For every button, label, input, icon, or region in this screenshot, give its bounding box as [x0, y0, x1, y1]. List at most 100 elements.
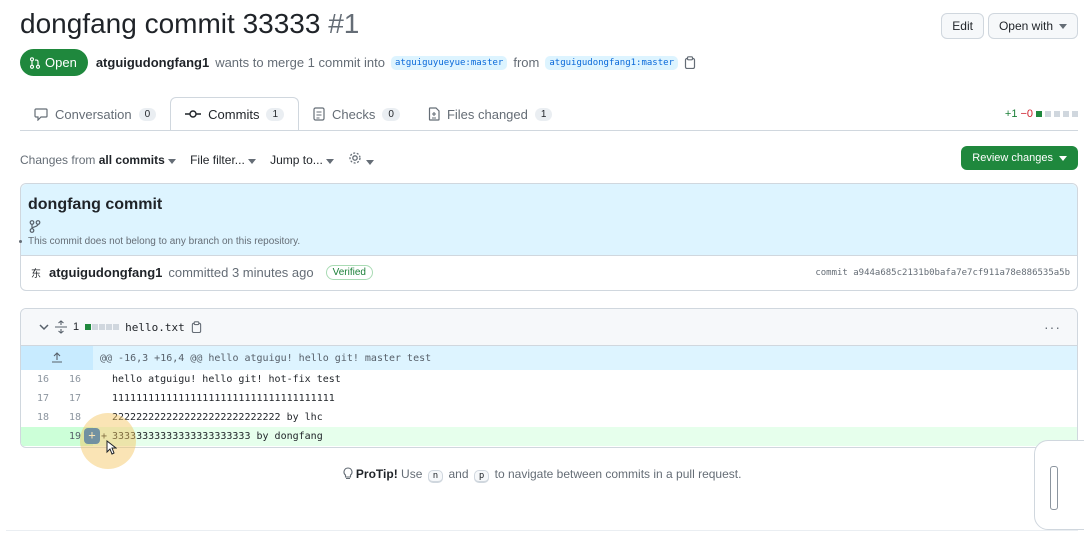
head-branch[interactable]: atguigudongfang1:master — [545, 55, 678, 70]
diff-line: 18 18 2222222222222222222222222222 by lh… — [21, 408, 1077, 427]
copy-icon[interactable] — [191, 321, 202, 333]
tab-label: Conversation — [55, 106, 132, 122]
checklist-icon — [313, 107, 325, 121]
edit-button[interactable]: Edit — [941, 13, 984, 39]
protip: ProTip! Use n and p to navigate between … — [0, 467, 1084, 483]
caret-down-icon — [326, 158, 335, 164]
diffstat-block — [113, 324, 120, 330]
caret-down-icon — [1059, 155, 1067, 161]
pr-meta: Open atguigudongfang1 wants to merge 1 c… — [20, 49, 696, 76]
line-code: hello atguigu! hello git! hot-fix test — [112, 374, 341, 385]
tab-files-changed[interactable]: Files changed 1 — [414, 97, 567, 131]
diffstat-block — [106, 324, 113, 330]
git-branch-icon — [29, 220, 41, 233]
tab-label: Files changed — [446, 106, 528, 122]
floating-widget-handle — [1050, 466, 1058, 510]
protip-and: and — [448, 467, 469, 481]
tab-checks[interactable]: Checks 0 — [299, 97, 414, 131]
caret-down-icon — [168, 158, 177, 164]
file-diffstat — [85, 324, 120, 330]
file-filter-label: File filter... — [190, 152, 245, 167]
tab-commits[interactable]: Commits 1 — [170, 97, 300, 131]
file-options-kebab[interactable]: ··· — [1044, 319, 1061, 335]
jump-to-dropdown[interactable]: Jump to... — [270, 152, 335, 167]
diff-line: 17 17 1111111111111111111111111111111111… — [21, 389, 1077, 408]
pull-request-icon — [29, 56, 41, 69]
base-branch[interactable]: atguiguyueyue:master — [390, 55, 508, 70]
commit-icon — [185, 110, 202, 118]
from-text: from — [513, 55, 540, 70]
diffstat: +1 −0 — [1005, 108, 1078, 120]
changes-from-dropdown[interactable]: Changes from all commits — [20, 152, 177, 167]
jump-to-label: Jump to... — [270, 152, 323, 167]
comment-icon — [34, 107, 48, 121]
diffstat-block — [1063, 111, 1069, 117]
line-code: 2222222222222222222222222222 by lhc — [112, 412, 323, 423]
commit-sha: commit a944a685c2131b0bafa7e7cf911a78e88… — [815, 268, 1070, 278]
key-p: p — [473, 470, 490, 483]
gear-icon — [349, 152, 361, 164]
edit-label: Edit — [952, 19, 973, 33]
avatar[interactable]: 东 — [31, 265, 43, 280]
chevron-down-icon[interactable] — [39, 323, 49, 331]
file-name[interactable]: hello.txt — [125, 321, 185, 334]
pr-author-link[interactable]: atguigudongfang1 — [96, 55, 209, 70]
hunk-header: @@ -16,3 +16,4 @@ hello atguigu! hello g… — [21, 346, 1077, 370]
state-badge: Open — [20, 49, 88, 76]
merge-text: wants to merge 1 commit into — [215, 55, 385, 70]
verified-badge[interactable]: Verified — [325, 265, 373, 280]
old-line-number[interactable]: 17 — [21, 393, 49, 404]
expand-up-icon[interactable] — [51, 351, 63, 363]
commit-author-link[interactable]: atguigudongfang1 — [49, 265, 162, 280]
tab-label: Checks — [332, 106, 376, 122]
diffstat-block — [1036, 111, 1042, 117]
pr-number: #1 — [328, 8, 360, 39]
tab-count: 1 — [266, 107, 285, 121]
caret-down-icon — [365, 160, 374, 165]
commit-branch-note: This commit does not belong to any branc… — [18, 236, 301, 247]
file-filter-dropdown[interactable]: File filter... — [190, 152, 257, 167]
diff-settings-dropdown[interactable] — [348, 151, 374, 168]
open-with-label: Open with — [998, 19, 1053, 33]
pr-title: dongfang commit 33333 — [20, 8, 321, 39]
mouse-cursor-icon — [106, 440, 117, 455]
file-diff: 1 hello.txt ··· @@ -16,3 +16,4 @@ hello … — [20, 308, 1078, 448]
diffstat-block — [1045, 111, 1051, 117]
line-code: 33333333333333333333333 by dongfang — [112, 431, 323, 442]
light-bulb-icon — [343, 467, 353, 480]
diff-line-added: 19 + + 33333333333333333333333 by dongfa… — [21, 427, 1077, 446]
file-change-count: 1 — [73, 321, 80, 333]
hunk-text: @@ -16,3 +16,4 @@ hello atguigu! hello g… — [100, 353, 432, 364]
changes-from-label: Changes from — [20, 152, 96, 167]
review-changes-button[interactable]: Review changes — [961, 146, 1078, 170]
old-line-number[interactable]: 18 — [21, 412, 49, 423]
protip-text: to navigate between commits in a pull re… — [494, 467, 742, 481]
key-n: n — [427, 470, 444, 483]
old-line-number[interactable]: 16 — [21, 374, 49, 385]
deletions-count: −0 — [1020, 108, 1033, 120]
pr-tabs: Conversation 0 Commits 1 Checks 0 Files … — [20, 97, 566, 131]
unfold-icon[interactable] — [55, 320, 67, 334]
caret-down-icon — [1059, 23, 1067, 29]
open-with-button[interactable]: Open with — [987, 13, 1078, 39]
author-info: 东 atguigudongfang1 committed 3 minutes a… — [31, 265, 373, 280]
commit-author-row: 东 atguigudongfang1 committed 3 minutes a… — [21, 256, 1077, 290]
diff-toolbar: Changes from all commits File filter... … — [20, 151, 374, 168]
protip-use: Use — [401, 467, 423, 481]
new-line-number[interactable]: 16 — [53, 374, 81, 385]
new-line-number[interactable]: 17 — [53, 393, 81, 404]
tab-conversation[interactable]: Conversation 0 — [20, 97, 170, 131]
tab-count: 1 — [534, 107, 553, 121]
commit-summary: dongfang commit This commit does not bel… — [18, 183, 1078, 291]
diffstat-block — [85, 324, 92, 330]
new-line-number[interactable]: 18 — [53, 412, 81, 423]
file-diff-icon — [428, 107, 440, 121]
tab-divider — [20, 130, 1078, 131]
floating-widget[interactable] — [1034, 440, 1084, 530]
tab-label: Commits — [208, 106, 260, 122]
new-line-number[interactable]: 19 — [53, 431, 81, 442]
line-code: 1111111111111111111111111111111111111 — [112, 393, 335, 404]
diffstat-block — [92, 324, 99, 330]
diffstat-block — [1072, 111, 1078, 117]
copy-icon[interactable] — [684, 56, 696, 69]
